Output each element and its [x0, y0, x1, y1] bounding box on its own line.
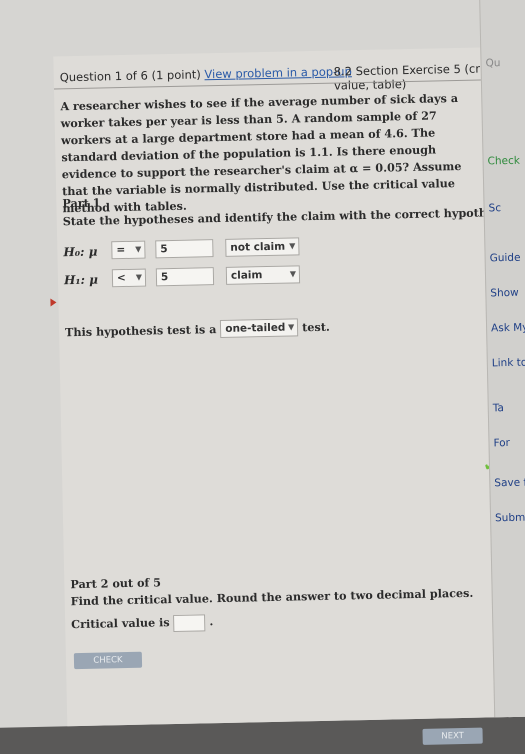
question-label: Question 1 of 6 (1 point) View problem i… [60, 64, 352, 84]
sidebar-item-link-to[interactable]: Link to [492, 357, 525, 370]
period: . [209, 614, 214, 629]
h0-value: 5 [160, 243, 168, 256]
chevron-down-icon: ▼ [289, 269, 297, 279]
h0-operator: = [116, 243, 126, 257]
sidebar-item-submit[interactable]: Submit A [495, 511, 525, 524]
chevron-down-icon: ▼ [135, 244, 142, 254]
sidebar-item-check[interactable]: Check [487, 155, 520, 168]
h1-claim-select[interactable]: claim ▼ [225, 265, 301, 285]
part2-section: Part 2 out of 5 Find the critical value.… [70, 568, 474, 634]
sidebar-item-guide[interactable]: Guide [490, 252, 521, 265]
chevron-down-icon: ▼ [135, 272, 143, 282]
chevron-down-icon: ▼ [289, 241, 296, 251]
h1-row: H₁: μ < ▼ 5 claim ▼ [64, 263, 424, 293]
h0-claim: not claim [230, 240, 286, 254]
critical-value-row: Critical value is . [71, 608, 474, 634]
h1-operator: < [116, 271, 126, 285]
sidebar-item-score[interactable]: Sc [488, 202, 501, 214]
test-type-line: This hypothesis test is a one-tailed ▼ t… [64, 318, 330, 343]
h0-label: H₀: μ [63, 244, 98, 260]
question-number: Question 1 of 6 (1 point) [59, 67, 201, 85]
screen: Question 1 of 6 (1 point) View problem i… [0, 0, 525, 745]
sidebar-item-for[interactable]: For [493, 437, 510, 449]
sidebar-item-qu[interactable]: Qu [485, 57, 500, 69]
critical-value-label: Critical value is [71, 615, 170, 632]
h0-row: H₀: μ = ▼ 5 not claim ▼ [63, 235, 423, 265]
h0-operator-select[interactable]: = ▼ [111, 240, 146, 260]
h1-label: H₁: μ [63, 272, 99, 288]
h1-value: 5 [160, 271, 169, 284]
pointer-triangle-icon [50, 298, 57, 307]
chevron-down-icon: ▼ [288, 322, 295, 332]
sidebar-item-ta[interactable]: Ta [493, 402, 504, 414]
problem-text: A researcher wishes to see if the averag… [60, 90, 462, 216]
sidebar-item-show[interactable]: Show [490, 287, 519, 300]
h0-claim-select[interactable]: not claim ▼ [225, 237, 300, 257]
h1-operator-select[interactable]: < ▼ [111, 268, 147, 288]
sidebar-item-ask-my[interactable]: Ask My [491, 322, 525, 335]
critical-value-input[interactable] [173, 613, 206, 632]
h1-claim: claim [230, 269, 263, 282]
test-type-select[interactable]: one-tailed ▼ [220, 318, 299, 339]
check-button[interactable]: CHECK [73, 651, 143, 670]
h1-value-input[interactable]: 5 [155, 267, 215, 287]
popup-link[interactable]: View problem in a pop-up [204, 64, 352, 81]
sidebar-item-save[interactable]: Save f [494, 477, 525, 490]
part1-title: Part 1 [62, 195, 101, 211]
test-prefix: This hypothesis test is a [64, 322, 217, 340]
question-panel: Question 1 of 6 (1 point) View problem i… [53, 46, 525, 745]
next-button[interactable]: NEXT [422, 727, 483, 745]
test-suffix: test. [302, 319, 330, 335]
h0-value-input[interactable]: 5 [155, 239, 214, 259]
test-type: one-tailed [225, 321, 286, 335]
